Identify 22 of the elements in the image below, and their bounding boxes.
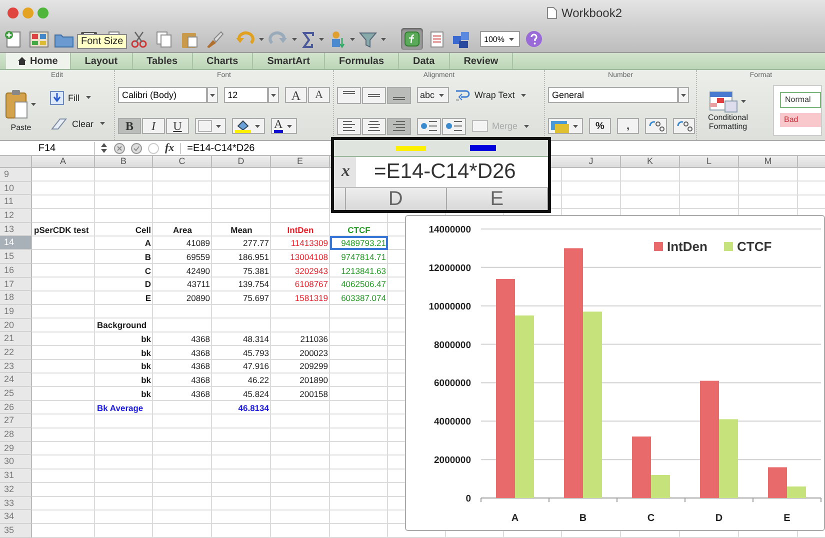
- axis-label: 4000000: [434, 416, 471, 428]
- axis-label: 0: [466, 494, 471, 504]
- tooltip: Font Size: [77, 34, 128, 49]
- axis-label: E: [784, 513, 790, 524]
- axis-label: D: [715, 513, 723, 524]
- axis-label: A: [511, 513, 519, 524]
- function-label: x: [334, 157, 356, 187]
- axis-label: 2000000: [434, 455, 471, 466]
- axis-label: B: [579, 513, 587, 524]
- legend-label: CTCF: [737, 239, 772, 254]
- zoom-value: 100%: [484, 34, 504, 44]
- axis-label: 8000000: [434, 340, 471, 351]
- legend-label: IntDen: [667, 239, 708, 254]
- axis-label: 12000000: [428, 262, 471, 274]
- axis-label: 10000000: [428, 301, 471, 312]
- window-title: Workbook2: [562, 6, 622, 20]
- axis-label: C: [647, 513, 655, 524]
- column-header: E: [446, 188, 548, 210]
- column-header: D: [346, 188, 447, 210]
- axis-label: 6000000: [434, 378, 471, 390]
- formula-text: =E14-C14*D26: [374, 160, 516, 184]
- axis-label: 14000000: [428, 224, 471, 236]
